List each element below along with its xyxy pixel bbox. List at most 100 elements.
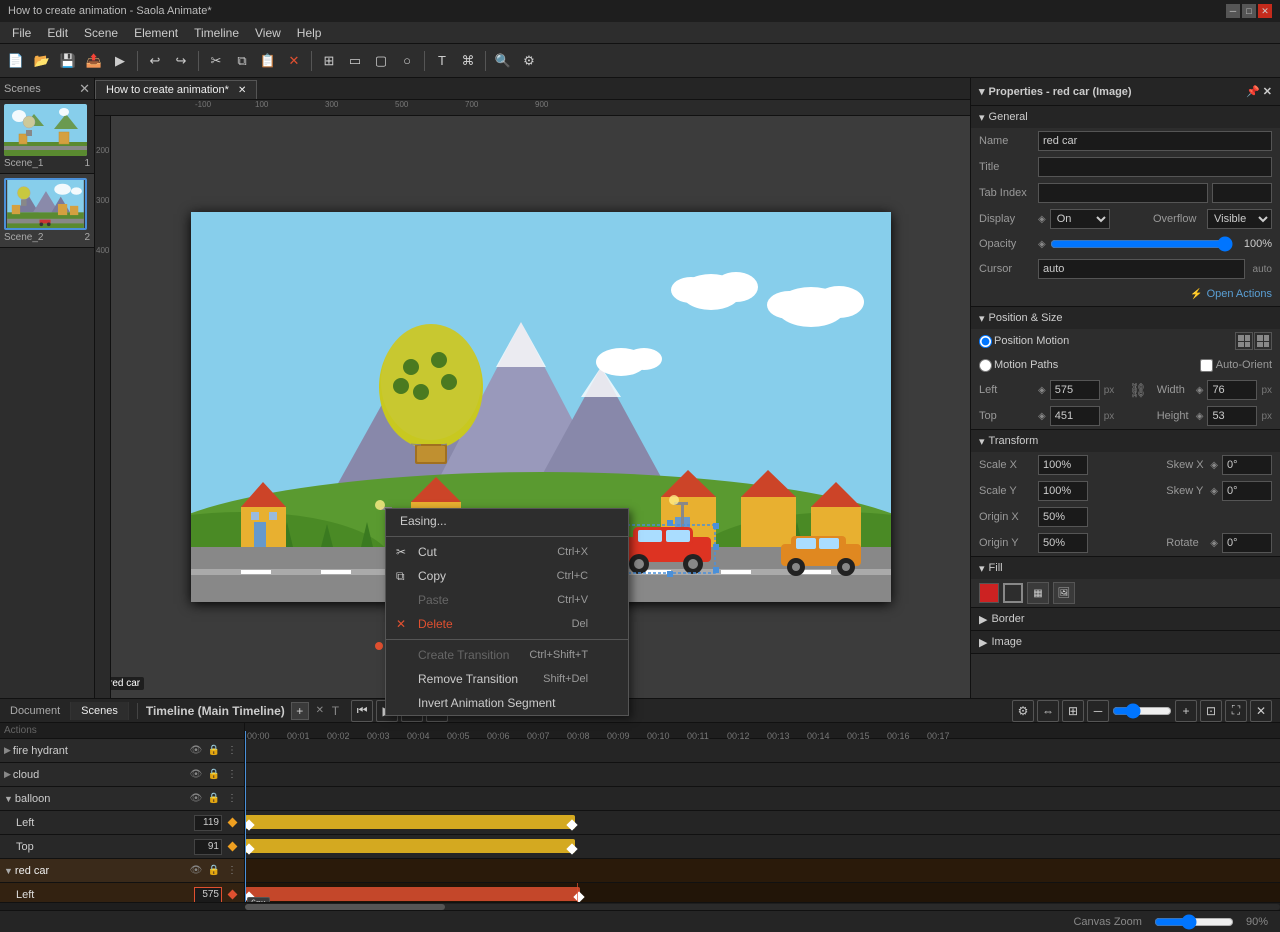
tl-close-btn2[interactable]: ✕: [1250, 700, 1272, 722]
delete-btn[interactable]: ✕: [282, 49, 306, 73]
track-balloon-top[interactable]: [245, 835, 1280, 859]
maximize-btn[interactable]: □: [1242, 4, 1256, 18]
vis-btn-cloud[interactable]: 👁: [188, 767, 204, 783]
height-input[interactable]: [1207, 406, 1257, 426]
position-motion-opt[interactable]: Position Motion: [979, 335, 1069, 348]
tl-zoom-slider[interactable]: [1112, 706, 1172, 716]
tl-arrows-btn[interactable]: ⇔: [1037, 700, 1059, 722]
paste-btn[interactable]: 📋: [256, 49, 280, 73]
width-input[interactable]: [1207, 380, 1257, 400]
ctx-remove-transition[interactable]: Remove Transition Shift+Del: [386, 667, 628, 691]
menu-view[interactable]: View: [247, 24, 289, 42]
track-redcar-left[interactable]: 6px: [245, 883, 1280, 902]
more-btn-redcar[interactable]: ⋮: [224, 863, 240, 879]
export-btn[interactable]: 📤: [82, 49, 106, 73]
timeline-close-btn[interactable]: ✕: [312, 703, 328, 719]
ctx-delete[interactable]: ✕ Delete Del: [386, 612, 628, 636]
copy-btn[interactable]: ⧉: [230, 49, 254, 73]
expand-icon-redcar[interactable]: ▼: [4, 866, 13, 876]
open-btn[interactable]: 📂: [30, 49, 54, 73]
auto-orient-label[interactable]: Auto-Orient: [1200, 359, 1272, 372]
align-btn[interactable]: ⊞: [317, 49, 341, 73]
vis-btn-fire[interactable]: 👁: [188, 743, 204, 759]
canvas-zoom-slider[interactable]: [1154, 917, 1234, 927]
preview-btn[interactable]: ▶: [108, 49, 132, 73]
fill-color-solid[interactable]: [979, 583, 999, 603]
auto-orient-check[interactable]: [1200, 359, 1213, 372]
shape-rect-btn[interactable]: ▭: [343, 49, 367, 73]
scroll-thumb[interactable]: [245, 904, 445, 910]
expand-icon-balloon[interactable]: ▼: [4, 794, 13, 804]
timeline-text-btn[interactable]: T: [332, 704, 339, 718]
menu-file[interactable]: File: [4, 24, 39, 42]
scenes-close-btn[interactable]: ✕: [79, 81, 90, 97]
vis-btn-balloon[interactable]: 👁: [188, 791, 204, 807]
transform-header[interactable]: ▾ Transform: [971, 430, 1280, 452]
balloon-top-val[interactable]: [194, 839, 222, 855]
track-cloud[interactable]: [245, 763, 1280, 787]
scene-2-thumb[interactable]: Scene_2 2: [0, 174, 94, 248]
props-collapse-btn[interactable]: ▾: [979, 85, 985, 98]
kf-btn-balloon-left[interactable]: [224, 815, 240, 831]
scalex-input[interactable]: [1038, 455, 1088, 475]
tl-zoom-out-btn[interactable]: ─: [1087, 700, 1109, 722]
originx-input[interactable]: [1038, 507, 1088, 527]
timeline-scrollbar[interactable]: [0, 902, 1280, 910]
position-size-header[interactable]: ▾ Position & Size: [971, 307, 1280, 329]
canvas-tab-main[interactable]: How to create animation* ✕: [95, 80, 257, 99]
position-motion-radio[interactable]: [979, 335, 992, 348]
redo-btn[interactable]: ↪: [169, 49, 193, 73]
redcar-left-val[interactable]: [194, 887, 222, 903]
kf-btn-balloon-top[interactable]: [224, 839, 240, 855]
save-btn[interactable]: 💾: [56, 49, 80, 73]
opacity-slider[interactable]: [1050, 239, 1233, 249]
track-balloon-left[interactable]: [245, 811, 1280, 835]
shape-rounded-btn[interactable]: ▢: [369, 49, 393, 73]
track-fire-hydrant[interactable]: [245, 739, 1280, 763]
lock-btn-balloon[interactable]: 🔒: [206, 791, 222, 807]
minimize-btn[interactable]: ─: [1226, 4, 1240, 18]
rotate-input[interactable]: [1222, 533, 1272, 553]
tl-fit-btn[interactable]: ⊡: [1200, 700, 1222, 722]
display-select[interactable]: On Off: [1050, 209, 1110, 229]
lock-btn-fire[interactable]: 🔒: [206, 743, 222, 759]
fill-image-btn[interactable]: 🖼: [1053, 582, 1075, 604]
border-header[interactable]: ▶ Border: [971, 608, 1280, 630]
cut-btn[interactable]: ✂: [204, 49, 228, 73]
shape-circle-btn[interactable]: ○: [395, 49, 419, 73]
lock-btn-redcar[interactable]: 🔒: [206, 863, 222, 879]
props-close-btn[interactable]: ✕: [1263, 85, 1272, 98]
grid-icon-9[interactable]: [1254, 332, 1272, 350]
tab-close-btn[interactable]: ✕: [238, 85, 246, 96]
tl-settings-btn[interactable]: ⚙: [1012, 700, 1034, 722]
kf-btn-redcar-left[interactable]: [224, 887, 240, 903]
expand-icon-cloud[interactable]: ▶: [4, 769, 11, 780]
close-btn[interactable]: ✕: [1258, 4, 1272, 18]
track-red-car[interactable]: [245, 859, 1280, 883]
track-balloon[interactable]: [245, 787, 1280, 811]
overflow-select[interactable]: Visible Hidden: [1207, 209, 1272, 229]
general-header[interactable]: ▾ General: [971, 106, 1280, 128]
new-btn[interactable]: 📄: [4, 49, 28, 73]
more-btn-fire[interactable]: ⋮: [224, 743, 240, 759]
skewy-input[interactable]: [1222, 481, 1272, 501]
vis-btn-redcar[interactable]: 👁: [188, 863, 204, 879]
tab-scenes[interactable]: Scenes: [71, 702, 129, 720]
originy-input[interactable]: [1038, 533, 1088, 553]
settings-btn[interactable]: ⚙: [517, 49, 541, 73]
tab-document[interactable]: Document: [0, 702, 71, 720]
grid-icon-4[interactable]: [1235, 332, 1253, 350]
skip-back-btn[interactable]: ⏮: [351, 700, 373, 722]
timeline-add-btn[interactable]: +: [291, 702, 309, 720]
top-input[interactable]: [1050, 406, 1100, 426]
text-btn[interactable]: T: [430, 49, 454, 73]
tl-zoom-in-btn[interactable]: +: [1175, 700, 1197, 722]
svg-btn[interactable]: ⌘: [456, 49, 480, 73]
skewx-input[interactable]: [1222, 455, 1272, 475]
tabindex-input[interactable]: [1038, 183, 1208, 203]
motion-paths-opt[interactable]: Motion Paths: [979, 359, 1058, 372]
menu-help[interactable]: Help: [289, 24, 330, 42]
more-btn-balloon[interactable]: ⋮: [224, 791, 240, 807]
zoom-btn[interactable]: 🔍: [491, 49, 515, 73]
ctx-easing[interactable]: Easing...: [386, 509, 628, 533]
